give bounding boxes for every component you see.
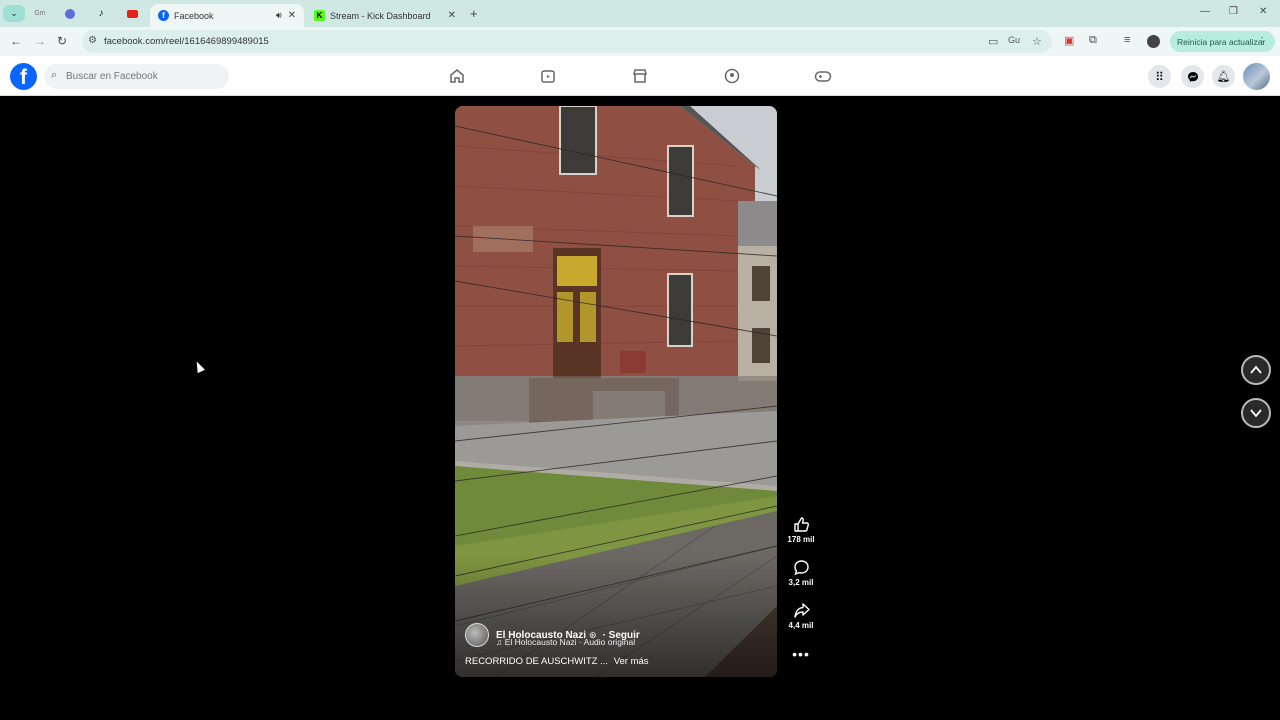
chevron-down-icon [1250,409,1262,418]
more-vert-icon: ⋮ [1257,36,1267,47]
youtube-icon [126,9,138,18]
facebook-header: f ⌕ ⠿ 🔔︎ [0,56,1280,96]
kick-favicon: K [314,10,325,21]
menu-grid-icon: ⠿ [1155,69,1164,84]
tab-title: Stream - Kick Dashboard [330,10,431,21]
extensions-puzzle-icon[interactable]: ⧉ [1089,34,1097,47]
back-icon[interactable]: ← [10,34,22,48]
previous-reel-button[interactable] [1241,355,1271,385]
like-button[interactable]: 178 mil [784,516,818,559]
mouse-cursor [193,359,205,374]
restore-icon[interactable]: ❐ [1229,6,1238,17]
browser-tab-bar: ⌄ Gm ♪ f Facebook 🔊︎ ✕ K Stream - Kick D… [0,0,1280,27]
share-button[interactable]: 4,4 mil [784,602,818,645]
gmail-icon: Gm [34,10,46,17]
chevron-up-icon [1250,365,1262,374]
notifications-button[interactable]: 🔔︎ [1212,65,1235,88]
tab-pinned-app[interactable] [59,5,81,22]
video-frame [455,106,777,677]
omnibox[interactable]: ⚙ facebook.com/reel/1616469899489015 ▭ G… [82,30,1052,53]
share-count: 4,4 mil [788,621,814,630]
speaker-icon: 🔊︎ [275,10,282,20]
tab-tiktok[interactable]: ♪ [90,5,112,22]
facebook-favicon: f [158,10,169,21]
translate-icon[interactable]: Gu [1008,35,1020,45]
video-icon [541,70,555,83]
share-icon [793,603,810,618]
search-icon: ⌕ [51,69,58,81]
marketplace-icon [633,69,647,83]
author-avatar[interactable] [465,623,489,647]
minimize-icon[interactable]: — [1200,6,1210,17]
comment-button[interactable]: 3,2 mil [784,559,818,602]
caption-text: RECORRIDO DE AUSCHWITZ ... [465,656,609,667]
nav-home[interactable] [447,66,467,86]
tab-search-dropdown[interactable]: ⌄ [3,5,25,22]
reel-info: El Holocausto Nazi ⊛ · Seguir ♫ El Holoc… [465,623,765,667]
facebook-logo[interactable]: f [10,63,37,90]
nav-gaming[interactable] [813,66,833,86]
new-tab-icon[interactable]: + [470,6,478,21]
like-icon [793,517,809,532]
gaming-icon [814,71,832,82]
bookmark-star-icon[interactable]: ☆ [1032,35,1042,48]
home-icon [450,69,464,83]
profile-icon[interactable] [1147,35,1160,48]
tab-youtube[interactable] [121,5,143,22]
reel-actions: 178 mil 3,2 mil 4,4 mil ••• [784,516,818,661]
like-count: 178 mil [787,535,815,544]
menu-button[interactable]: ⠿ [1148,65,1171,88]
site-info-icon[interactable]: ⚙ [88,35,97,46]
reel-video[interactable]: El Holocausto Nazi ⊛ · Seguir ♫ El Holoc… [455,106,777,677]
tab-gmail[interactable]: Gm [29,5,51,22]
audio-text: El Holocausto Nazi · Audio original [504,637,636,647]
more-options-icon[interactable]: ••• [784,647,818,661]
see-more-link[interactable]: Ver más [614,656,649,667]
reel-caption: RECORRIDO DE AUSCHWITZ ... Ver más [465,656,765,667]
forward-icon[interactable]: → [34,34,46,48]
tab-facebook[interactable]: f Facebook 🔊︎ ✕ [150,4,304,27]
tiktok-icon: ♪ [98,8,104,19]
media-controls-icon[interactable]: ≡ [1124,34,1130,46]
groups-icon [724,68,740,84]
search-input[interactable] [66,67,221,86]
facebook-search[interactable]: ⌕ [44,64,229,89]
messenger-button[interactable] [1181,65,1204,88]
nav-video[interactable] [538,66,558,86]
tab-kick[interactable]: K Stream - Kick Dashboard ✕ [306,4,464,27]
close-tab-icon[interactable]: ✕ [448,10,456,21]
close-window-icon[interactable]: ✕ [1259,6,1267,17]
audio-info[interactable]: ♫ El Holocausto Nazi · Audio original [496,637,765,647]
next-reel-button[interactable] [1241,398,1271,428]
app-icon [65,8,75,19]
music-note-icon: ♫ [496,637,505,647]
notifications-icon: 🔔︎ [1216,71,1231,83]
comment-icon [793,560,809,576]
update-label: Reinicia para actualizar [1177,36,1266,47]
cast-icon[interactable]: ▭ [988,35,998,48]
close-tab-icon[interactable]: ✕ [288,10,296,21]
extension-red-icon[interactable]: ▣ [1064,34,1074,47]
messenger-icon [1187,71,1198,82]
comment-count: 3,2 mil [788,578,814,587]
nav-marketplace[interactable] [630,66,650,86]
update-browser-button[interactable]: Reinicia para actualizar ⋮ [1170,31,1275,52]
browser-address-bar: ← → ↻ ⚙ facebook.com/reel/16164698994890… [0,27,1280,56]
nav-groups[interactable] [722,66,742,86]
tab-title: Facebook [174,10,214,21]
reload-icon[interactable]: ↻ [57,34,67,48]
chevron-down-icon: ⌄ [10,8,18,18]
url-text: facebook.com/reel/1616469899489015 [104,36,269,47]
reel-viewer: El Holocausto Nazi ⊛ · Seguir ♫ El Holoc… [0,96,1280,720]
profile-avatar[interactable] [1243,63,1270,90]
